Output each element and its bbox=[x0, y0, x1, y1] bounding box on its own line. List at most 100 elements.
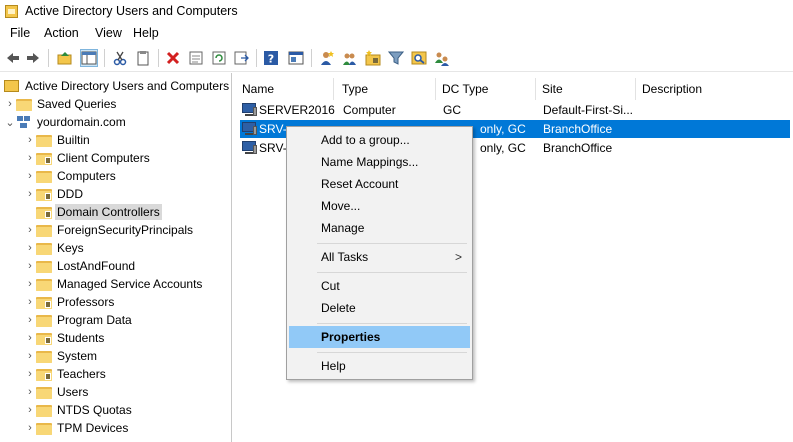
column-header-description[interactable]: Description bbox=[636, 78, 786, 100]
export-list-icon[interactable] bbox=[232, 49, 250, 67]
chevron-right-icon[interactable]: › bbox=[4, 95, 16, 113]
up-folder-icon[interactable] bbox=[56, 49, 74, 67]
table-row[interactable]: SERVER2016 Computer GC Default-First-Si.… bbox=[240, 101, 790, 119]
help-icon[interactable]: ? bbox=[262, 49, 280, 67]
chevron-down-icon[interactable]: ⌄ bbox=[4, 113, 16, 131]
chevron-right-icon[interactable]: › bbox=[24, 311, 36, 329]
menu-item-name-mappings[interactable]: Name Mappings... bbox=[289, 151, 470, 173]
new-user-icon[interactable] bbox=[318, 49, 336, 67]
chevron-right-icon[interactable]: › bbox=[24, 149, 36, 167]
tree-item-system[interactable]: › System bbox=[24, 347, 97, 365]
tree-item-label: Domain Controllers bbox=[55, 204, 162, 220]
chevron-right-icon[interactable]: › bbox=[24, 185, 36, 203]
tree-item-domain-controllers[interactable]: Domain Controllers bbox=[24, 203, 162, 221]
tree-item-label: Users bbox=[57, 385, 89, 399]
chevron-right-icon[interactable]: › bbox=[24, 419, 36, 437]
chevron-right-icon[interactable]: › bbox=[24, 347, 36, 365]
tree-item-computers[interactable]: › Computers bbox=[24, 167, 116, 185]
column-header-type[interactable]: Type bbox=[336, 78, 436, 100]
menu-item-help[interactable]: Help bbox=[289, 355, 470, 377]
cell-name: SRV- bbox=[259, 141, 287, 155]
menu-item-manage[interactable]: Manage bbox=[289, 217, 470, 239]
chevron-right-icon[interactable]: › bbox=[24, 401, 36, 419]
tree-item-label: Keys bbox=[57, 241, 84, 255]
tree-item-professors[interactable]: › Professors bbox=[24, 293, 114, 311]
chevron-right-icon[interactable]: › bbox=[24, 257, 36, 275]
chevron-right-icon[interactable]: › bbox=[24, 275, 36, 293]
tree-item-ddd[interactable]: › DDD bbox=[24, 185, 83, 203]
menu-item-move[interactable]: Move... bbox=[289, 195, 470, 217]
find-icon[interactable] bbox=[410, 49, 428, 67]
mmc-icon[interactable] bbox=[287, 49, 305, 67]
chevron-right-icon[interactable]: › bbox=[24, 365, 36, 383]
column-header-site[interactable]: Site bbox=[536, 78, 636, 100]
menu-separator bbox=[317, 272, 467, 273]
toolbar-separator bbox=[158, 49, 159, 67]
folder-icon bbox=[36, 386, 52, 399]
svg-text:?: ? bbox=[268, 53, 274, 66]
menu-item-add-to-group[interactable]: Add to a group... bbox=[289, 129, 470, 151]
tree-item-client-computers[interactable]: › Client Computers bbox=[24, 149, 150, 167]
tree-item-builtin[interactable]: › Builtin bbox=[24, 131, 90, 149]
column-header-dc-type[interactable]: DC Type bbox=[436, 78, 536, 100]
tree-item-lost-and-found[interactable]: › LostAndFound bbox=[24, 257, 135, 275]
folder-icon bbox=[36, 404, 52, 417]
menu-item-cut[interactable]: Cut bbox=[289, 275, 470, 297]
back-arrow-icon[interactable] bbox=[4, 49, 22, 67]
tree-item-root[interactable]: Active Directory Users and Computers bbox=[4, 77, 229, 95]
delete-icon[interactable] bbox=[164, 49, 182, 67]
tree-item-teachers[interactable]: › Teachers bbox=[24, 365, 106, 383]
tree-item-keys[interactable]: › Keys bbox=[24, 239, 84, 257]
menu-item-properties[interactable]: Properties bbox=[289, 326, 470, 348]
toolbar-separator bbox=[311, 49, 312, 67]
chevron-right-icon[interactable]: › bbox=[24, 293, 36, 311]
tree-item-program-data[interactable]: › Program Data bbox=[24, 311, 132, 329]
properties-icon[interactable] bbox=[187, 49, 205, 67]
tree-item-ntds-quotas[interactable]: › NTDS Quotas bbox=[24, 401, 132, 419]
add-to-group-icon[interactable] bbox=[433, 49, 451, 67]
menu-item-delete[interactable]: Delete bbox=[289, 297, 470, 319]
tree-item-managed-service-accounts[interactable]: › Managed Service Accounts bbox=[24, 275, 202, 293]
menu-help[interactable]: Help bbox=[131, 26, 161, 40]
cut-icon[interactable] bbox=[111, 49, 129, 67]
chevron-right-icon[interactable]: › bbox=[24, 131, 36, 149]
chevron-right-icon[interactable]: › bbox=[24, 329, 36, 347]
new-ou-icon[interactable] bbox=[364, 49, 382, 67]
tree-item-label: ForeignSecurityPrincipals bbox=[57, 223, 194, 237]
menu-action[interactable]: Action bbox=[42, 26, 81, 40]
column-header-name[interactable]: Name bbox=[236, 78, 334, 100]
tree-item-label: Computers bbox=[57, 169, 116, 183]
menu-item-all-tasks[interactable]: All Tasks > bbox=[289, 246, 470, 268]
tree-item-domain[interactable]: ⌄ yourdomain.com bbox=[4, 113, 125, 131]
cell-dc-type: only, GC bbox=[480, 141, 526, 155]
filter-icon[interactable] bbox=[387, 49, 405, 67]
tree-item-foreign-security-principals[interactable]: › ForeignSecurityPrincipals bbox=[24, 221, 193, 239]
tree-item-tpm-devices[interactable]: › TPM Devices bbox=[24, 419, 128, 437]
menu-item-reset-account[interactable]: Reset Account bbox=[289, 173, 470, 195]
menu-item-label: All Tasks bbox=[321, 250, 369, 264]
ou-icon bbox=[36, 332, 52, 345]
tree-item-label: Client Computers bbox=[57, 151, 150, 165]
forward-arrow-icon[interactable] bbox=[24, 49, 42, 67]
chevron-right-icon[interactable]: › bbox=[24, 167, 36, 185]
refresh-icon[interactable] bbox=[210, 49, 228, 67]
folder-icon bbox=[36, 350, 52, 363]
menu-view[interactable]: View bbox=[93, 26, 124, 40]
chevron-right-icon[interactable]: › bbox=[24, 221, 36, 239]
tree-item-saved-queries[interactable]: › Saved Queries bbox=[4, 95, 116, 113]
chevron-right-icon[interactable]: › bbox=[24, 383, 36, 401]
new-group-icon[interactable] bbox=[341, 49, 359, 67]
tree-item-label: Students bbox=[57, 331, 105, 345]
aduc-app-icon bbox=[5, 5, 18, 18]
folder-icon bbox=[36, 422, 52, 435]
tree-item-users[interactable]: › Users bbox=[24, 383, 88, 401]
folder-icon bbox=[16, 98, 32, 111]
chevron-right-icon[interactable]: › bbox=[24, 239, 36, 257]
copy-icon[interactable] bbox=[134, 49, 152, 67]
folder-icon bbox=[36, 314, 52, 327]
cell-name: SRV- bbox=[259, 122, 287, 136]
console-tree-icon[interactable] bbox=[80, 49, 98, 67]
tree-item-students[interactable]: › Students bbox=[24, 329, 104, 347]
menu-file[interactable]: File bbox=[8, 26, 32, 40]
